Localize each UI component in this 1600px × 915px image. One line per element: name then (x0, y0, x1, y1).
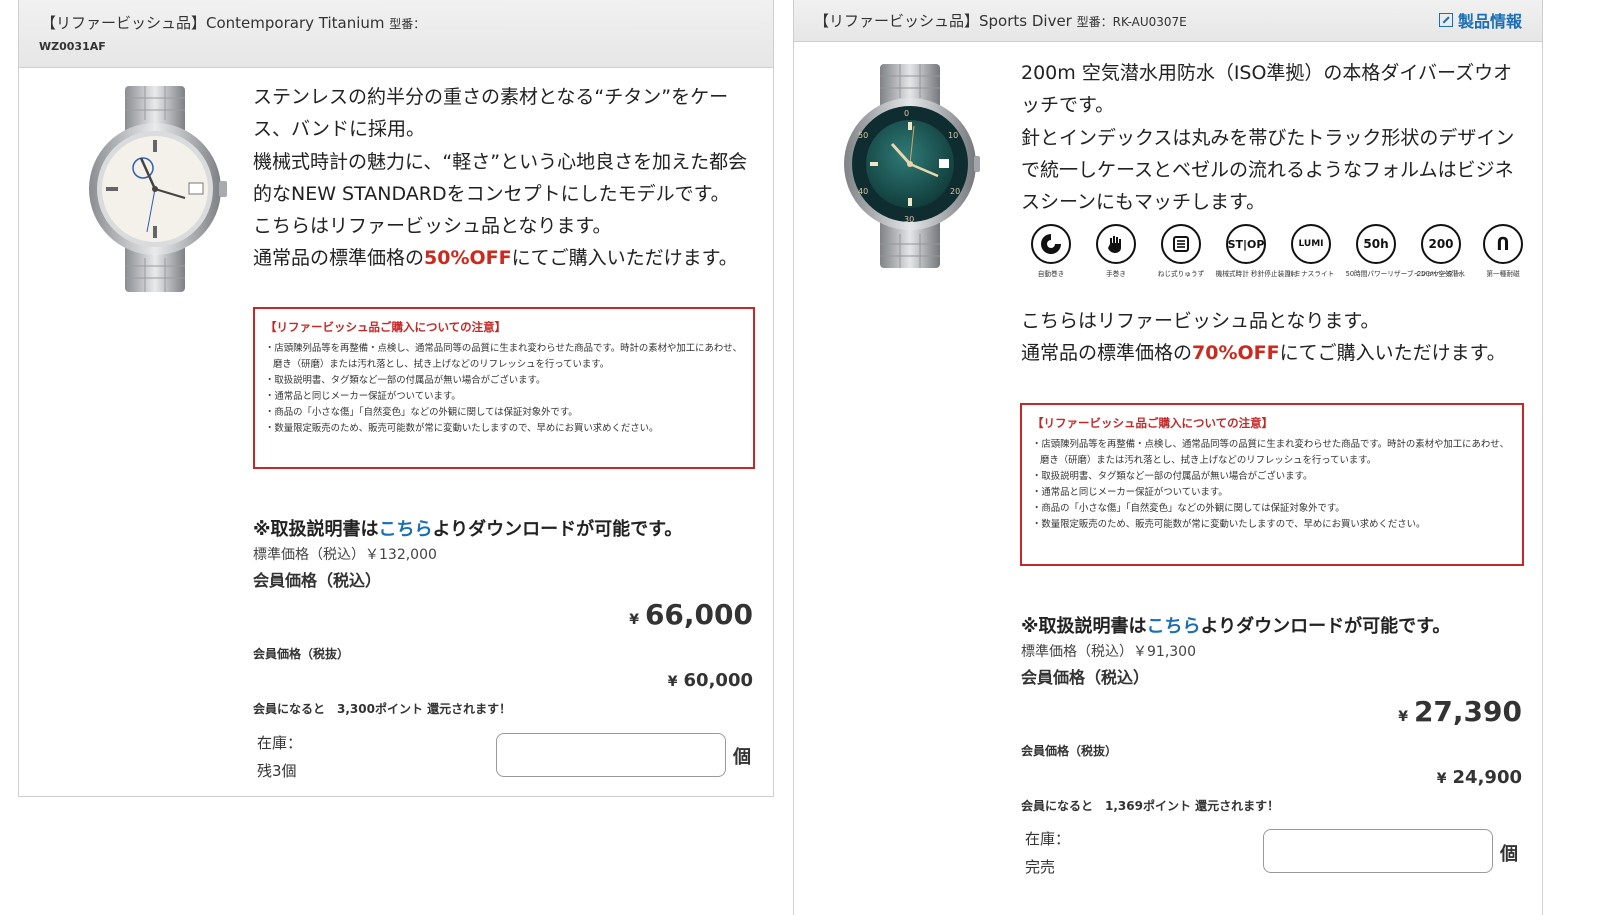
stock-value: 完売 (1025, 858, 1056, 876)
discount-percent: 50%OFF (424, 247, 512, 270)
refurbished-offer-text: こちらはリファービッシュ品となります。 通常品の標準価格の70%OFFにてご購入… (1021, 305, 1526, 370)
notice-item: 数量限定販売のため、販売可能数が常に変動いたしますので、早めにお買い求めください… (1032, 517, 1512, 533)
stock-label: 在庫： (1025, 830, 1071, 848)
notice-title: 【リファービッシュ品ご購入についての注意】 (265, 320, 507, 334)
lumi-icon: LUMI (1291, 224, 1331, 264)
quantity-unit: 個 (1500, 844, 1518, 865)
desc-line: ステンレスの約半分の重さの素材となる“チタン”をケース、バンドに採用。 (253, 86, 729, 141)
feature-power-reserve: 50h 50時間パワーリザーブインジケーター (1344, 224, 1460, 278)
notice-item: 通常品と同じメーカー保証がついています。 (265, 389, 743, 405)
quantity-input[interactable] (496, 733, 726, 777)
refurbished-notice-box: 【リファービッシュ品ご購入についての注意】 店頭陳列品等を再整備・点検し、通常品… (253, 307, 755, 469)
feature-hand-winding: 手巻き (1084, 224, 1148, 278)
notice-list: 店頭陳列品等を再整備・点検し、通常品同等の品質に生まれ変わらせた商品です。時計の… (265, 341, 743, 438)
product-image[interactable]: 0 10 20 30 40 50 (840, 64, 980, 268)
svg-text:20: 20 (950, 187, 960, 196)
model-label: 型番： (1076, 15, 1113, 29)
standard-price: 標準価格（税込）￥91,300 (1021, 644, 1196, 660)
desc-line: 200m 空気潜水用防水（ISO準拠）の本格ダイバーズウオッチです。 (1021, 62, 1513, 117)
points-info: 会員になると 3,300ポイント 還元されます！ (253, 702, 512, 716)
quantity-input[interactable] (1263, 829, 1493, 873)
notice-item: 数量限定販売のため、販売可能数が常に変動いたしますので、早めにお買い求めください… (265, 421, 743, 437)
manual-download-text: ※取扱説明書はこちらよりダウンロードが可能です。 (253, 519, 683, 540)
member-price-ex-tax: ¥60,000 (667, 670, 753, 691)
feature-auto-winding: 自動巻き (1019, 224, 1083, 278)
member-price-label: 会員価格（税込） (1021, 668, 1150, 687)
notice-item: 取扱説明書、タグ類など一部の付属品が無い場合がございます。 (265, 373, 743, 389)
desc-line: こちらはリファービッシュ品となります。 (1021, 310, 1380, 332)
product-info-label: 製品情報 (1457, 12, 1522, 31)
product-title: 【リファービッシュ品】Contemporary Titanium (41, 14, 385, 32)
svg-text:50: 50 (858, 131, 868, 140)
member-price-ex-tax-label: 会員価格（税抜） (1021, 744, 1118, 758)
feature-lumi: LUMI ルミナスライト (1279, 224, 1343, 278)
feature-anti-magnetic: Ո 第一種耐磁 (1471, 224, 1535, 278)
notice-item: 通常品と同じメーカー保証がついています。 (1032, 485, 1512, 501)
notice-item: 商品の「小さな傷」「自然変色」などの外観に関しては保証対象外です。 (265, 405, 743, 421)
auto-winding-icon (1031, 224, 1071, 264)
feature-stop-seconds: ST|OP 機械式時計 秒針停止装置付 (1214, 224, 1298, 278)
product-card-contemporary-titanium: 【リファービッシュ品】Contemporary Titanium 型番： WZ0… (18, 0, 774, 797)
model-label: 型番： (389, 17, 426, 31)
product-header: 【リファービッシュ品】Sports Diver 型番：RK-AU0307E 製品… (794, 0, 1542, 42)
product-title: 【リファービッシュ品】Sports Diver (814, 12, 1072, 30)
manual-download-text: ※取扱説明書はこちらよりダウンロードが可能です。 (1021, 616, 1451, 637)
standard-price: 標準価格（税込）￥132,000 (253, 547, 437, 563)
svg-text:10: 10 (948, 131, 958, 140)
product-header: 【リファービッシュ品】Contemporary Titanium 型番： WZ0… (19, 0, 773, 68)
stock-value: 残3個 (257, 762, 297, 780)
stock-label: 在庫： (257, 734, 303, 752)
external-link-icon (1438, 13, 1453, 27)
manual-download-link[interactable]: こちら (1147, 616, 1201, 637)
member-price-ex-tax-label: 会員価格（税抜） (253, 647, 350, 661)
notice-item: 店頭陳列品等を再整備・点検し、通常品同等の品質に生まれ変わらせた商品です。時計の… (1032, 437, 1512, 469)
discount-line: 通常品の標準価格の70%OFFにてご購入いただけます。 (1021, 342, 1506, 365)
member-price-ex-tax: ¥24,900 (1436, 767, 1522, 788)
power-reserve-icon: 50h (1356, 224, 1396, 264)
product-description: ステンレスの約半分の重さの素材となる“チタン”をケース、バンドに採用。 機械式時… (253, 81, 753, 275)
notice-item: 店頭陳列品等を再整備・点検し、通常品同等の品質に生まれ変わらせた商品です。時計の… (265, 341, 743, 373)
points-info: 会員になると 1,369ポイント 還元されます！ (1021, 799, 1280, 813)
discount-percent: 70%OFF (1192, 342, 1280, 365)
manual-download-link[interactable]: こちら (379, 519, 433, 540)
water-200m-icon: 200 (1421, 224, 1461, 264)
notice-item: 取扱説明書、タグ類など一部の付属品が無い場合がございます。 (1032, 469, 1512, 485)
model-number: WZ0031AF (39, 40, 106, 53)
notice-title: 【リファービッシュ品ご購入についての注意】 (1032, 416, 1274, 430)
first-class-icon: Ո (1483, 224, 1523, 264)
product-info-link[interactable]: 製品情報 (1438, 8, 1522, 32)
notice-list: 店頭陳列品等を再整備・点検し、通常品同等の品質に生まれ変わらせた商品です。時計の… (1032, 437, 1512, 534)
product-description: 200m 空気潜水用防水（ISO準拠）の本格ダイバーズウオッチです。 針とインデ… (1021, 57, 1526, 218)
member-price-label: 会員価格（税込） (253, 571, 382, 590)
svg-text:40: 40 (858, 187, 868, 196)
desc-line: こちらはリファービッシュ品となります。 (253, 215, 612, 238)
feature-water-200m: 200 200m 空気潜水 (1409, 224, 1473, 278)
feature-screw-crown: ねじ式りゅうず (1149, 224, 1213, 278)
svg-text:0: 0 (904, 109, 909, 118)
product-image[interactable] (81, 86, 229, 292)
quantity-unit: 個 (733, 747, 751, 768)
model-number: RK-AU0307E (1112, 15, 1187, 29)
stop-seconds-icon: ST|OP (1226, 224, 1266, 264)
screw-crown-icon (1161, 224, 1201, 264)
product-card-sports-diver: 【リファービッシュ品】Sports Diver 型番：RK-AU0307E 製品… (793, 0, 1543, 915)
member-price: ¥66,000 (629, 598, 753, 631)
desc-line: 針とインデックスは丸みを帯びたトラック形状のデザインで統一しケースとベゼルの流れ… (1021, 126, 1515, 214)
hand-winding-icon (1096, 224, 1136, 264)
member-price: ¥27,390 (1398, 695, 1522, 728)
feature-icons: 自動巻き 手巻き ねじ式りゅうず ST|OP 機械式時計 秒針停止装置付 LUM… (1019, 224, 1529, 294)
refurbished-notice-box: 【リファービッシュ品ご購入についての注意】 店頭陳列品等を再整備・点検し、通常品… (1020, 403, 1524, 566)
notice-item: 商品の「小さな傷」「自然変色」などの外観に関しては保証対象外です。 (1032, 501, 1512, 517)
desc-line: 機械式時計の魅力に、“軽さ”という心地良さを加えた都会的なNEW STANDAR… (253, 150, 748, 205)
discount-line: 通常品の標準価格の50%OFFにてご購入いただけます。 (253, 247, 738, 270)
svg-text:30: 30 (904, 215, 914, 224)
